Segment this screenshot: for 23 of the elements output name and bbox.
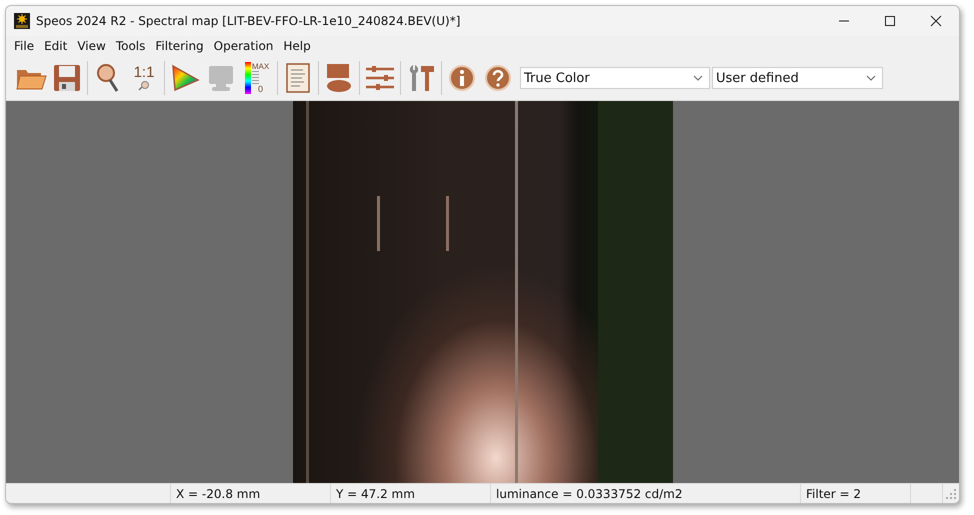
- status-text: Filter = 2: [806, 486, 862, 500]
- menu-item[interactable]: Tools: [110, 39, 150, 53]
- chevron-down-icon: [693, 75, 703, 81]
- status-text: Y = 47.2 mm: [336, 486, 415, 500]
- menu-item[interactable]: Edit: [39, 39, 72, 53]
- menu-item[interactable]: View: [72, 39, 111, 53]
- color-scale-button[interactable]: MAX 0: [239, 58, 275, 98]
- close-icon: [930, 15, 942, 27]
- magnifier-icon: [138, 81, 150, 91]
- chevron-down-icon: [866, 75, 876, 81]
- status-text: X = -20.8 mm: [176, 486, 260, 500]
- maximize-icon: [884, 15, 896, 27]
- menu-item[interactable]: Operation: [208, 39, 278, 53]
- dropdown[interactable]: True Color: [520, 67, 710, 89]
- zoom-one-to-one-button[interactable]: 1:1: [126, 58, 162, 98]
- resize-grip-icon[interactable]: [946, 488, 956, 498]
- dropdown[interactable]: User defined: [712, 67, 883, 89]
- menu-item[interactable]: Help: [278, 39, 316, 53]
- app-logo-icon: [14, 13, 30, 29]
- menu-item[interactable]: File: [9, 39, 40, 53]
- status-text: luminance = 0.0333752 cd/m2: [496, 486, 682, 500]
- menu-item[interactable]: Filtering: [150, 39, 209, 53]
- window-title: Speos 2024 R2 - Spectral map [LIT-BEV-FFO-LR-1e10_240824.BEV(U)*]: [36, 14, 460, 28]
